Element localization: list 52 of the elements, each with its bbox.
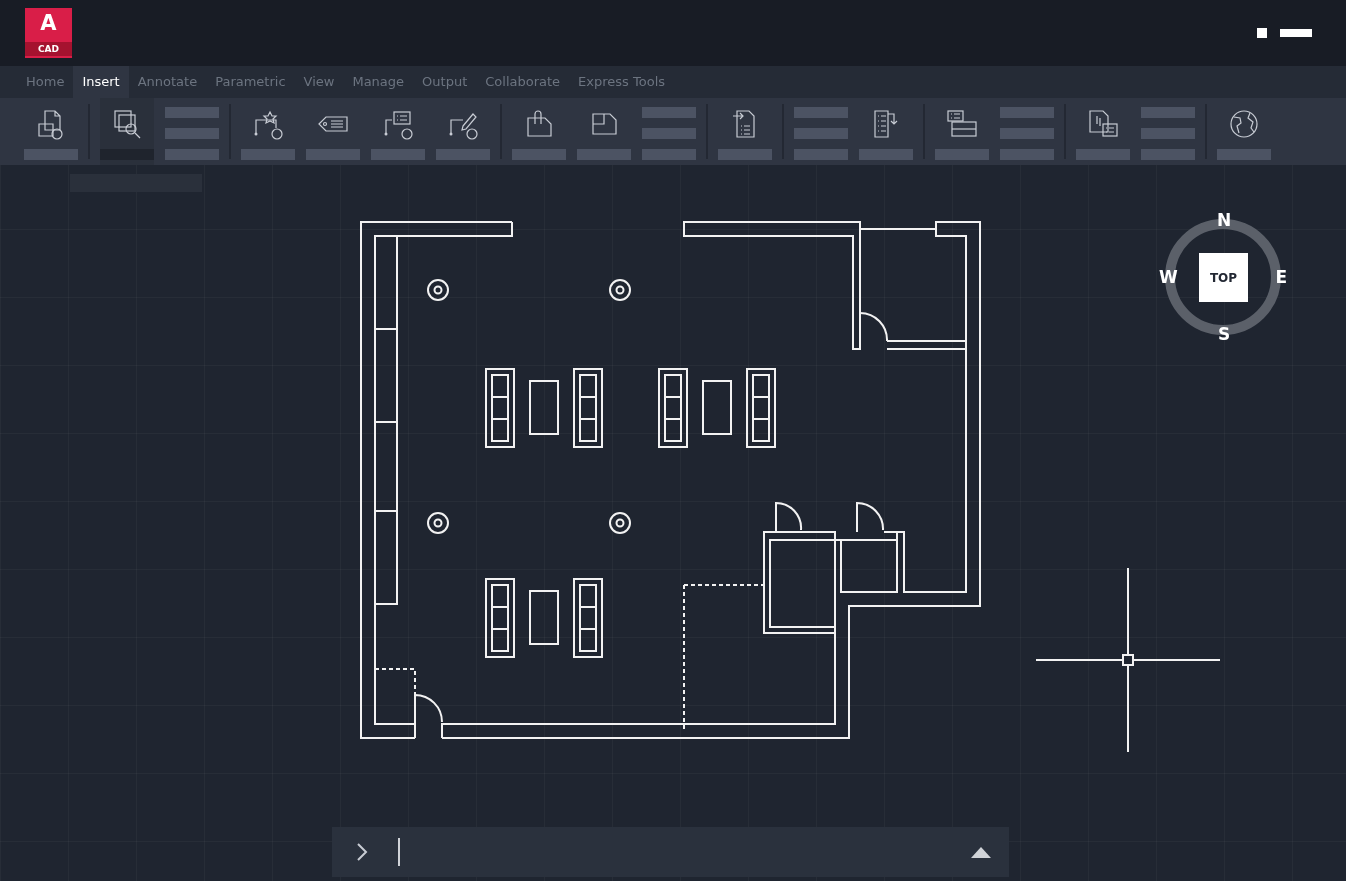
link-document-icon [1087,108,1119,140]
zoom-icon [111,108,143,140]
placeholder-bar [306,149,360,160]
ribbon-tab[interactable]: View [294,66,344,98]
ribbon-tab[interactable]: Insert [73,66,129,98]
placeholder-bar [642,107,696,118]
placeholder-bar [512,149,566,160]
placeholder-bar [794,149,848,160]
placeholder-bar [1141,149,1195,160]
viewcube-face[interactable]: TOP [1199,253,1248,302]
cards-icon [946,108,978,140]
placeholder-bar [165,128,219,139]
compass-label[interactable]: S [1218,325,1231,343]
placeholder-bar [1000,107,1054,118]
triangle-up-icon[interactable] [971,846,991,858]
ribbon-tab[interactable]: Manage [343,66,414,98]
ribbon-tab[interactable]: Collaborate [476,66,570,98]
crosshair-cursor-icon [1035,567,1221,753]
placeholder-bar [718,149,772,160]
compass-label[interactable]: N [1217,211,1232,229]
placeholder-bar [371,149,425,160]
globe-icon [1228,108,1260,140]
placeholder-bar [1000,128,1054,139]
placeholder-bar [24,149,78,160]
compass-label[interactable]: E [1275,268,1287,286]
compass-label[interactable]: W [1159,268,1178,286]
placeholder-bar [1076,149,1130,160]
placeholder-bar [794,128,848,139]
ribbon-tool-button[interactable] [100,98,154,165]
placeholder-bar [165,149,219,160]
ribbon-tab[interactable]: Express Tools [569,66,674,98]
logo-letter: A [40,10,57,36]
placeholder-bar [165,107,219,118]
placeholder-bar [642,128,696,139]
placeholder-bar [1141,107,1195,118]
logo-label: CAD [25,42,72,56]
placeholder-bar [1000,149,1054,160]
placeholder-bar [794,107,848,118]
ribbon-tab[interactable]: Home [17,66,74,98]
chevron-icon [356,842,368,862]
placeholder-bar [1217,149,1271,160]
list-block-icon [382,108,414,140]
placeholder-bar [859,149,913,160]
placeholder-bar [241,149,295,160]
placeholder-bar [642,149,696,160]
ribbon-tab[interactable]: Annotate [128,66,207,98]
placeholder-bar [577,149,631,160]
ribbon-tab[interactable]: Output [413,66,477,98]
placeholder-bar [436,149,490,160]
placeholder-bar [935,149,989,160]
placeholder-bar [1141,128,1195,139]
ribbon-tab[interactable]: Parametric [206,66,295,98]
